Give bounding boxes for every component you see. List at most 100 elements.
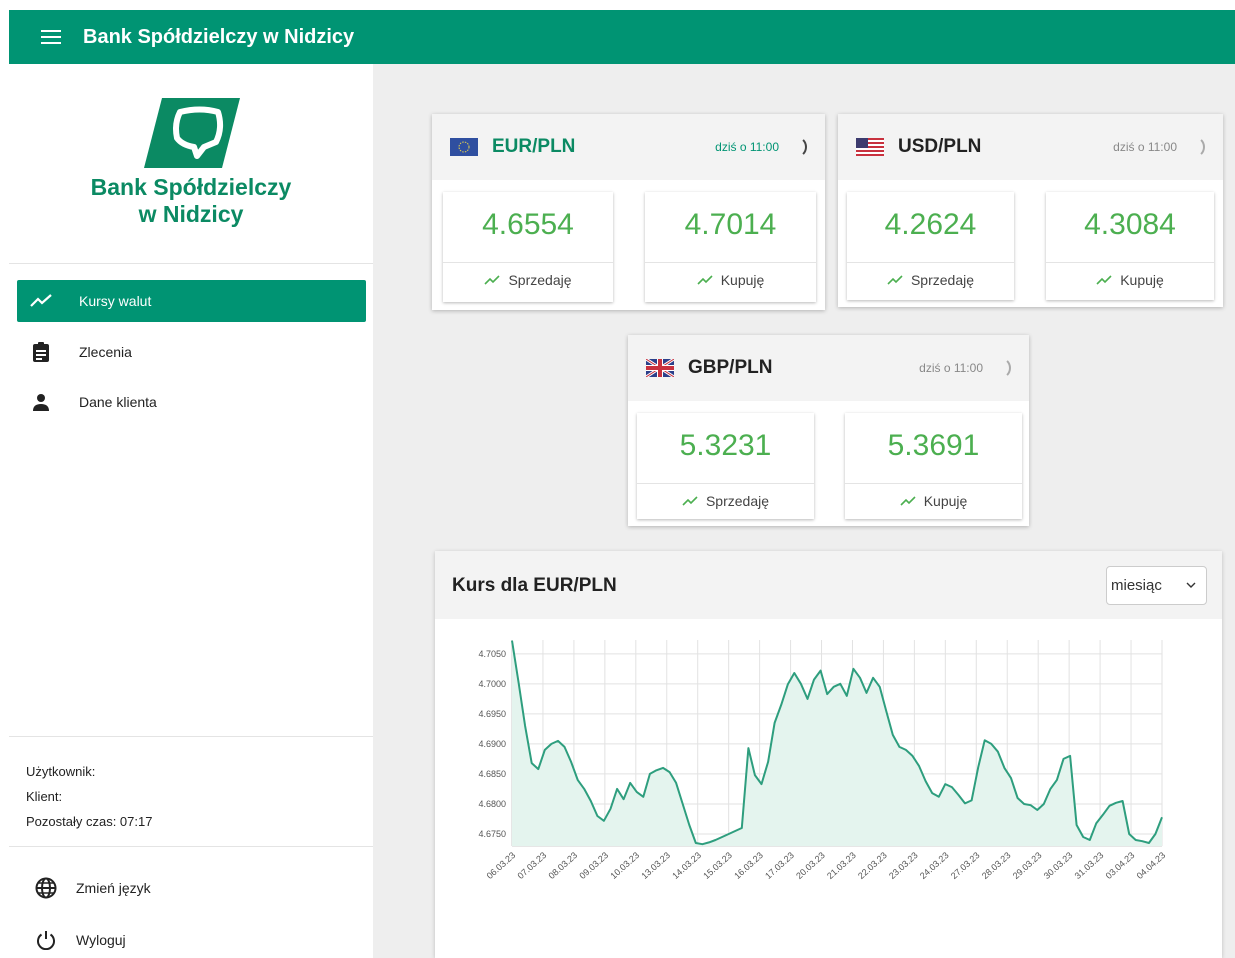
y-tick-label: 4.6850 xyxy=(478,769,506,779)
chart-header: Kurs dla EUR/PLN miesiąc xyxy=(435,551,1222,619)
y-tick-label: 4.7000 xyxy=(478,679,506,689)
divider xyxy=(645,262,816,263)
x-tick-label: 03.04.23 xyxy=(1104,850,1137,881)
x-tick-label: 13.03.23 xyxy=(639,850,672,881)
rate-chart-card: Kurs dla EUR/PLN miesiąc 4.7050 4.7000 4.6… xyxy=(435,551,1222,958)
buy-rate-value: 4.3084 xyxy=(1084,208,1176,241)
buy-rate-value: 5.3691 xyxy=(887,429,980,462)
buy-label: Kupuję xyxy=(720,272,765,288)
sidebar-item-zlecenia[interactable]: Zlecenia xyxy=(17,331,366,373)
divider xyxy=(9,846,373,847)
y-tick-label: 4.7050 xyxy=(478,649,506,659)
sell-rate-value: 5.3231 xyxy=(679,429,772,462)
user-label: Użytkownik: xyxy=(26,764,96,779)
eu-flag-icon xyxy=(450,138,478,156)
y-tick-label: 4.6900 xyxy=(478,739,506,749)
app-title: Bank Spółdzielczy w Nidzicy xyxy=(83,25,355,48)
sell-rate-box[interactable]: 4.2624 Sprzedaję xyxy=(847,192,1014,300)
chart-title: Kurs dla EUR/PLN xyxy=(452,575,617,596)
buy-rate-box[interactable]: 4.3084 Kupuję xyxy=(1046,192,1214,300)
pair-label: GBP/PLN xyxy=(688,357,773,378)
sidebar: Bank Spółdzielczy w Nidzicy Kursy walut … xyxy=(9,64,373,958)
divider xyxy=(845,483,1022,484)
person-icon xyxy=(29,390,53,414)
x-tick-label: 27.03.23 xyxy=(949,850,982,881)
x-tick-label: 08.03.23 xyxy=(547,850,580,881)
hamburger-menu-icon[interactable] xyxy=(31,17,71,57)
logo-text-line1: Bank Spółdzielczy xyxy=(90,174,292,200)
x-tick-label: 14.03.23 xyxy=(670,850,703,881)
x-tick-label: 29.03.23 xyxy=(1011,850,1044,881)
x-tick-label: 24.03.23 xyxy=(918,850,951,881)
trend-up-icon xyxy=(484,275,501,285)
us-flag-icon xyxy=(856,138,884,156)
sidebar-item-kursy-walut[interactable]: Kursy walut xyxy=(17,280,366,322)
divider xyxy=(9,263,373,264)
sell-label: Sprzedaję xyxy=(705,493,770,509)
y-tick-label: 4.6800 xyxy=(478,799,506,809)
y-tick-label: 4.6750 xyxy=(478,829,506,839)
rate-card-eur: EUR/PLN dziś o 11:00 4.6554 Sprzedaję 4.… xyxy=(432,114,825,310)
trend-up-icon xyxy=(1096,275,1112,285)
period-select[interactable]: miesiąc xyxy=(1106,566,1207,605)
chevron-down-icon xyxy=(1186,582,1196,588)
series-area-fill xyxy=(512,640,1162,846)
main-content: EUR/PLN dziś o 11:00 4.6554 Sprzedaję 4.… xyxy=(373,64,1235,958)
divider xyxy=(847,262,1014,263)
sidebar-item-label: Dane klienta xyxy=(79,394,157,410)
sell-rate-box[interactable]: 4.6554 Sprzedaję xyxy=(443,192,613,302)
sidebar-item-dane-klienta[interactable]: Dane klienta xyxy=(17,381,366,423)
pair-label: EUR/PLN xyxy=(492,136,576,157)
x-tick-label: 17.03.23 xyxy=(763,850,796,881)
top-app-bar: Bank Spółdzielczy w Nidzicy xyxy=(9,10,1235,64)
x-tick-label: 21.03.23 xyxy=(825,850,858,881)
buy-rate-box[interactable]: 5.3691 Kupuję xyxy=(845,413,1022,519)
y-tick-label: 4.6950 xyxy=(478,709,506,719)
x-tick-label: 06.03.23 xyxy=(485,850,518,881)
logout-button[interactable]: Wyloguj xyxy=(26,922,126,958)
x-tick-label: 09.03.23 xyxy=(577,850,610,881)
trend-up-icon xyxy=(697,275,713,285)
card-header: EUR/PLN dziś o 11:00 xyxy=(432,114,825,180)
divider xyxy=(443,262,613,263)
x-tick-label: 28.03.23 xyxy=(980,850,1013,881)
card-header: USD/PLN dziś o 11:00 xyxy=(838,114,1223,180)
sidebar-item-label: Zlecenia xyxy=(79,344,132,360)
change-language-button[interactable]: Zmień język xyxy=(26,870,151,906)
trend-up-icon xyxy=(900,496,916,506)
update-time: dziś o 11:00 xyxy=(919,361,983,375)
buy-rate-value: 4.7014 xyxy=(684,208,777,241)
logo-text-line2: w Nidzicy xyxy=(138,201,244,227)
power-icon xyxy=(34,928,58,952)
buy-rate-box[interactable]: 4.7014 Kupuję xyxy=(645,192,816,302)
line-chart[interactable]: 4.7050 4.7000 4.6950 4.6900 4.6850 4.6800 4.67… xyxy=(435,619,1222,958)
pair-label: USD/PLN xyxy=(898,136,982,157)
x-tick-label: 10.03.23 xyxy=(608,850,641,881)
x-tick-label: 04.04.23 xyxy=(1135,850,1168,881)
refresh-spinner-icon xyxy=(989,357,1011,379)
sell-rate-value: 4.2624 xyxy=(884,208,977,241)
buy-label: Kupuję xyxy=(923,493,968,509)
globe-icon xyxy=(34,876,58,900)
divider xyxy=(9,736,373,737)
trend-up-icon xyxy=(887,275,903,285)
update-time: dziś o 11:00 xyxy=(715,140,779,154)
sell-label: Sprzedaję xyxy=(910,272,975,288)
session-info: Użytkownik: Klient: Pozostały czas: 07:1… xyxy=(26,759,152,834)
period-select-value: miesiąc xyxy=(1111,577,1162,594)
x-tick-label: 23.03.23 xyxy=(887,850,920,881)
sell-rate-box[interactable]: 5.3231 Sprzedaję xyxy=(637,413,814,519)
update-time: dziś o 11:00 xyxy=(1113,140,1177,154)
uk-flag-icon xyxy=(646,359,674,377)
sell-rate-value: 4.6554 xyxy=(482,208,574,241)
divider xyxy=(637,483,814,484)
x-tick-label: 15.03.23 xyxy=(701,850,734,881)
bank-logo: Bank Spółdzielczy w Nidzicy xyxy=(9,64,373,263)
x-tick-label: 31.03.23 xyxy=(1073,850,1106,881)
buy-label: Kupuję xyxy=(1120,272,1164,288)
trend-up-icon xyxy=(682,496,698,506)
refresh-spinner-icon xyxy=(785,136,807,158)
sell-label: Sprzedaję xyxy=(508,272,572,288)
x-tick-label: 22.03.23 xyxy=(856,850,889,881)
x-tick-label: 07.03.23 xyxy=(516,850,549,881)
